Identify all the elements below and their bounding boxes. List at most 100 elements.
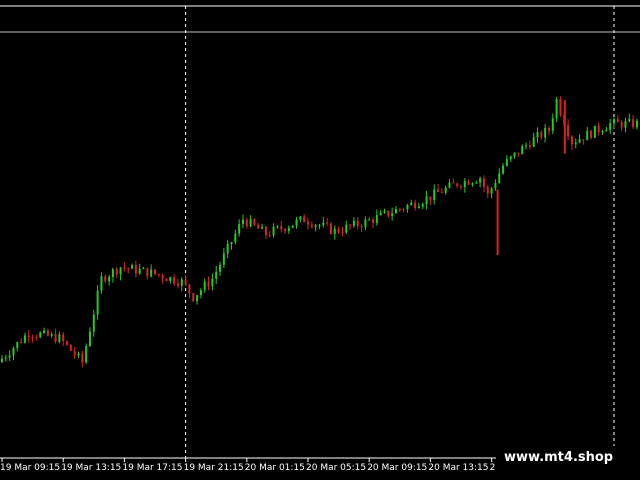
candle-bull (261, 226, 264, 229)
candle-bear (356, 220, 359, 227)
candle-bear (268, 235, 271, 237)
candle-bull (417, 206, 420, 209)
candle-bear (157, 274, 160, 276)
candle-bear (326, 222, 329, 224)
candle-bear (540, 132, 543, 138)
candle-bear (559, 99, 562, 115)
candle-bull (249, 219, 252, 227)
candle-bear (46, 330, 49, 336)
candle-bear (134, 264, 137, 274)
candle-bear (482, 178, 485, 187)
candle-bear (597, 125, 600, 133)
candle-bear (104, 276, 107, 282)
candle-bull (536, 132, 539, 138)
candle-bear (207, 281, 210, 287)
candle-bull (43, 330, 46, 333)
x-tick-label: 20 Mar 13:15 (428, 463, 488, 473)
candle-bull (241, 219, 244, 225)
candle-bear (66, 341, 69, 345)
candle-bear (590, 130, 593, 138)
candle-bull (601, 131, 604, 133)
x-tick-label: 19 Mar 17:15 (122, 463, 182, 473)
candle-bear (414, 202, 417, 209)
candle-bull (230, 242, 233, 244)
candle-bear (115, 269, 118, 275)
watermark-text: www.mt4.shop (504, 450, 613, 465)
candle-bear (486, 186, 489, 194)
candle-bear (161, 275, 164, 280)
candle-bull (364, 219, 367, 228)
candle-bull (502, 165, 505, 174)
candle-bull (383, 210, 386, 213)
candle-bear (264, 226, 267, 236)
candle-bull (322, 222, 325, 226)
candle-bear (253, 219, 256, 225)
candle-bull (379, 212, 382, 216)
candle-bull (375, 215, 378, 223)
candle-bear (460, 186, 462, 188)
candle-bull (475, 182, 478, 184)
candle-bull (433, 189, 436, 200)
candle-bull (368, 219, 371, 221)
candle-bull (299, 216, 302, 220)
candle-bull (77, 353, 80, 356)
candle-bull (85, 346, 88, 363)
candle-bear (154, 269, 156, 275)
candle-bear (188, 284, 191, 294)
candle-bear (372, 219, 375, 223)
candle-bear (62, 334, 65, 342)
candle-bull (58, 334, 61, 343)
candle-bull (276, 226, 279, 228)
candle-bull (142, 267, 145, 269)
candle-bear (184, 279, 187, 285)
candle-bull (574, 142, 577, 145)
candle-bear (123, 267, 126, 269)
candle-bear (245, 219, 248, 227)
candle-bear (303, 216, 306, 223)
candle-bull (119, 267, 122, 275)
price-chart[interactable]: 19 Mar 09:15 19 Mar 13:15 19 Mar 17:15 19 M… (0, 0, 640, 480)
candle-bear (528, 145, 531, 147)
candle-bull (394, 209, 397, 214)
candle-bull (628, 118, 631, 122)
candle-bull (345, 224, 348, 233)
candle-bull (521, 146, 524, 155)
candle-bear (127, 268, 130, 270)
candle-bull (578, 139, 581, 143)
candle-bull (92, 314, 95, 332)
candle-bear (456, 183, 459, 187)
x-tick-label: 20 Mar 01:15 (245, 463, 305, 473)
x-tick-label: 19 Mar 21:15 (184, 463, 244, 473)
candle-bull (444, 187, 447, 193)
candle-bear (440, 192, 443, 194)
candle-bear (192, 293, 195, 302)
candle-bull (333, 228, 336, 234)
candle-bull (352, 220, 355, 226)
candle-bull (23, 335, 26, 343)
chart-canvas[interactable]: 19 Mar 09:15 19 Mar 13:15 19 Mar 17:15 19 M… (0, 0, 640, 480)
candle-bull (532, 137, 535, 147)
candle-bear (329, 223, 332, 234)
candle-bull (605, 129, 608, 132)
candle-bear (54, 334, 57, 343)
candle-bull (593, 125, 596, 138)
candle-bull (490, 188, 493, 194)
candle-bull (111, 269, 114, 278)
candle-bear (567, 125, 570, 137)
candle-bull (551, 118, 554, 131)
candle-bull (513, 152, 516, 157)
candle-bull (222, 253, 225, 265)
candle-bull (203, 281, 206, 291)
candle-bull (479, 178, 482, 183)
candle-bear (402, 209, 405, 211)
candle-bull (199, 290, 202, 296)
candle-bull (613, 119, 615, 124)
candle-bull (8, 355, 11, 358)
candle-bull (586, 130, 589, 141)
candle-bear (310, 224, 313, 228)
candle-bull (108, 277, 111, 282)
candle-bull (509, 156, 512, 160)
candle-bear (73, 350, 76, 356)
candle-bear (467, 181, 470, 185)
candle-bull (425, 196, 428, 205)
